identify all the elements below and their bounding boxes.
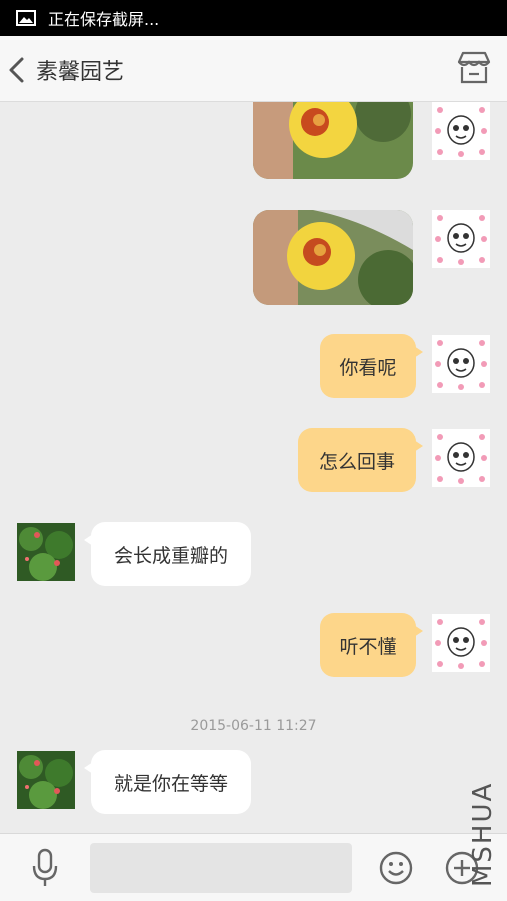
chat-area[interactable]: 你看呢 怎么回事 会长成重瓣的 听不懂 2015-06-11 11:27 就是你… [0,102,507,833]
image-icon [16,10,36,26]
contact-avatar[interactable] [17,523,75,581]
message-timestamp: 2015-06-11 11:27 [190,718,317,734]
smiley-icon[interactable] [378,850,414,886]
message-text: 怎么回事 [318,450,395,473]
my-avatar[interactable] [432,335,490,393]
message-bubble[interactable]: 会长成重瓣的 [84,522,251,586]
message-bubble[interactable]: 就是你在等等 [84,750,251,814]
my-avatar[interactable] [432,614,490,672]
contact-avatar[interactable] [17,751,75,809]
message-text: 会长成重瓣的 [113,544,228,567]
message-text: 就是你在等等 [113,772,228,795]
chat-header: 素馨园艺 [0,36,507,102]
my-avatar[interactable] [432,210,490,268]
chevron-left-icon[interactable] [6,56,28,84]
input-bar [0,833,507,901]
message-bubble[interactable]: 听不懂 [320,613,423,677]
message-bubble[interactable]: 你看呢 [320,334,423,398]
message-bubble[interactable]: 怎么回事 [298,428,423,492]
store-icon[interactable] [455,50,493,86]
message-text: 听不懂 [339,635,397,658]
message-image[interactable] [253,210,413,305]
watermark: MSHUA [468,781,498,887]
page-title: 素馨园艺 [36,60,125,85]
microphone-icon[interactable] [30,848,60,888]
my-avatar[interactable] [432,102,490,160]
my-avatar[interactable] [432,429,490,487]
message-text: 你看呢 [339,356,397,379]
message-image[interactable] [253,102,413,179]
status-bar: 正在保存截屏... [0,0,507,36]
message-input[interactable] [90,843,352,893]
status-text: 正在保存截屏... [48,10,160,29]
